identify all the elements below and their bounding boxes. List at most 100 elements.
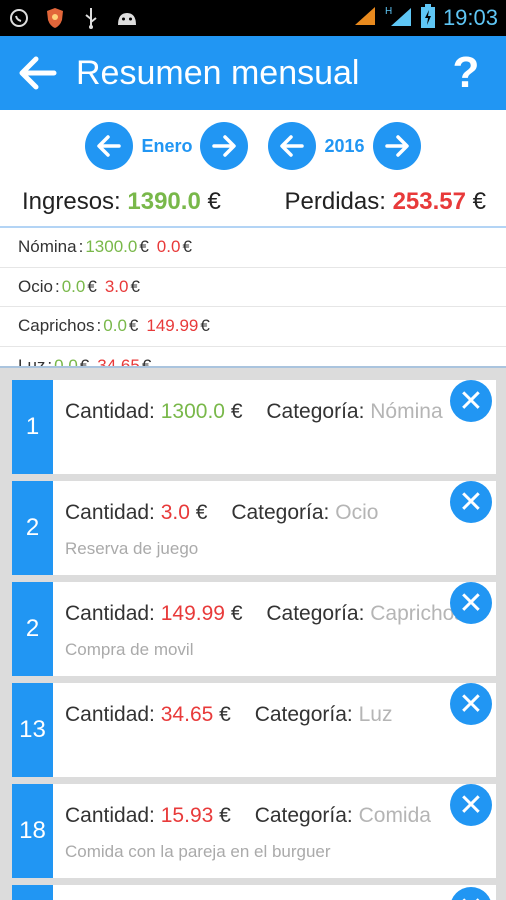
amount-label: Cantidad: bbox=[65, 602, 155, 625]
category-income: 0.0 bbox=[103, 316, 127, 336]
year-label: 2016 bbox=[324, 135, 365, 156]
category-row: Luz: 0.0 € 34.65 € bbox=[0, 347, 506, 368]
close-icon: ✕ bbox=[458, 687, 484, 721]
loss-label: Perdidas: bbox=[284, 188, 386, 215]
battery-icon bbox=[420, 3, 435, 33]
movement-card[interactable]: 13 Cantidad: 34.65 € Categoría: Luz ✕ bbox=[12, 683, 496, 777]
delete-button[interactable]: ✕ bbox=[450, 683, 492, 725]
movement-card[interactable]: ✕ bbox=[12, 885, 496, 900]
movement-day: 13 bbox=[12, 683, 53, 777]
help-button[interactable]: ? bbox=[436, 36, 496, 110]
category-row: Ocio: 0.0 € 3.0 € bbox=[0, 268, 506, 307]
currency: € bbox=[182, 237, 192, 257]
currency: € bbox=[230, 602, 243, 625]
movement-amount: 149.99 bbox=[160, 602, 225, 625]
close-icon: ✕ bbox=[458, 485, 484, 519]
movement-category: Nómina bbox=[370, 400, 443, 423]
loss-value: 253.57 bbox=[392, 188, 466, 215]
loss-currency: € bbox=[472, 188, 486, 215]
delete-button[interactable]: ✕ bbox=[450, 380, 492, 422]
category-summary-list: Nómina: 1300.0 € 0.0 € Ocio: 0.0 € 3.0 € Cap… bbox=[0, 228, 506, 368]
amount-label: Cantidad: bbox=[65, 703, 155, 726]
previous-year-button[interactable] bbox=[268, 122, 317, 170]
currency: € bbox=[219, 703, 231, 726]
category-income: 0.0 bbox=[61, 276, 86, 296]
back-button[interactable] bbox=[0, 36, 76, 110]
income-total: Ingresos: 1390.0 € bbox=[22, 188, 221, 216]
movement-category: Ocio bbox=[335, 501, 379, 524]
movement-amount: 34.65 bbox=[160, 703, 214, 726]
currency: € bbox=[195, 501, 208, 524]
movement-amount: 15.93 bbox=[160, 804, 214, 827]
next-year-button[interactable] bbox=[372, 122, 421, 170]
category-loss: 149.99 bbox=[146, 316, 199, 336]
currency: € bbox=[219, 804, 231, 827]
clock: 19:03 bbox=[442, 5, 498, 30]
app-bar: Resumen mensual ? bbox=[0, 36, 506, 110]
category-loss: 0.0 bbox=[156, 237, 181, 257]
income-value: 1390.0 bbox=[127, 188, 201, 215]
category-name: Ocio bbox=[18, 276, 53, 296]
category-label: Categoría: bbox=[254, 703, 353, 726]
movement-day: 2 bbox=[12, 582, 53, 676]
close-icon: ✕ bbox=[458, 586, 484, 620]
movement-day: 1 bbox=[12, 380, 53, 474]
movement-category: Luz bbox=[358, 703, 393, 726]
currency: € bbox=[139, 237, 149, 257]
movement-card[interactable]: 18 Cantidad: 15.93 € Categoría: Comida C… bbox=[12, 784, 496, 878]
movement-card[interactable]: 1 Cantidad: 1300.0 € Categoría: Nómina ✕ bbox=[12, 380, 496, 474]
month-label: Enero bbox=[141, 135, 193, 156]
close-icon: ✕ bbox=[458, 384, 484, 418]
arrow-right-icon bbox=[212, 135, 237, 157]
amount-label: Cantidad: bbox=[65, 501, 155, 524]
movement-amount: 3.0 bbox=[160, 501, 190, 524]
movement-description: Comida con la pareja en el burguer bbox=[65, 842, 331, 861]
delete-button[interactable]: ✕ bbox=[450, 582, 492, 624]
movement-description: Compra de movil bbox=[65, 640, 194, 659]
whatsapp-icon bbox=[8, 7, 30, 29]
arrow-left-icon bbox=[280, 135, 305, 157]
svg-text:H: H bbox=[385, 6, 392, 17]
movement-card[interactable]: 2 Cantidad: 149.99 € Categoría: Capricho… bbox=[12, 582, 496, 676]
amount-label: Cantidad: bbox=[65, 400, 155, 423]
movement-day bbox=[12, 885, 53, 900]
signal-icon bbox=[353, 5, 377, 32]
income-currency: € bbox=[207, 188, 221, 215]
status-bar: H 19:03 bbox=[0, 0, 506, 36]
category-name: Caprichos bbox=[18, 316, 95, 336]
movement-day: 18 bbox=[12, 784, 53, 878]
year-selector: 2016 bbox=[268, 122, 421, 170]
shield-icon bbox=[44, 7, 66, 29]
arrow-left-icon bbox=[19, 56, 57, 90]
close-icon: ✕ bbox=[458, 788, 484, 822]
movement-day: 2 bbox=[12, 481, 53, 575]
loss-total: Perdidas: 253.57 € bbox=[285, 188, 487, 216]
arrow-left-icon bbox=[97, 135, 122, 157]
category-row: Caprichos: 0.0 € 149.99 € bbox=[0, 307, 506, 347]
previous-month-button[interactable] bbox=[85, 122, 134, 170]
currency: € bbox=[87, 276, 97, 296]
delete-button[interactable]: ✕ bbox=[450, 481, 492, 523]
category-loss: 3.0 bbox=[104, 276, 129, 296]
movement-category: Comida bbox=[358, 804, 431, 827]
period-selector: Enero 2016 bbox=[0, 110, 506, 182]
help-icon: ? bbox=[452, 48, 480, 97]
movement-card[interactable]: 2 Cantidad: 3.0 € Categoría: Ocio Reserv… bbox=[12, 481, 496, 575]
next-month-button[interactable] bbox=[200, 122, 249, 170]
totals-row: Ingresos: 1390.0 € Perdidas: 253.57 € bbox=[0, 182, 506, 222]
category-label: Categoría: bbox=[266, 400, 365, 423]
movements-list[interactable]: 1 Cantidad: 1300.0 € Categoría: Nómina ✕… bbox=[0, 366, 506, 900]
currency: € bbox=[230, 400, 243, 423]
category-label: Categoría: bbox=[266, 602, 365, 625]
category-income: 1300.0 bbox=[85, 237, 138, 257]
delete-button[interactable]: ✕ bbox=[450, 784, 492, 826]
currency: € bbox=[130, 276, 140, 296]
category-row: Nómina: 1300.0 € 0.0 € bbox=[0, 228, 506, 268]
network-icon: H bbox=[385, 4, 413, 33]
page-title: Resumen mensual bbox=[76, 53, 360, 92]
android-icon bbox=[116, 7, 138, 29]
arrow-right-icon bbox=[384, 135, 409, 157]
income-label: Ingresos: bbox=[22, 188, 121, 215]
close-icon: ✕ bbox=[458, 891, 483, 900]
currency: € bbox=[128, 316, 139, 336]
